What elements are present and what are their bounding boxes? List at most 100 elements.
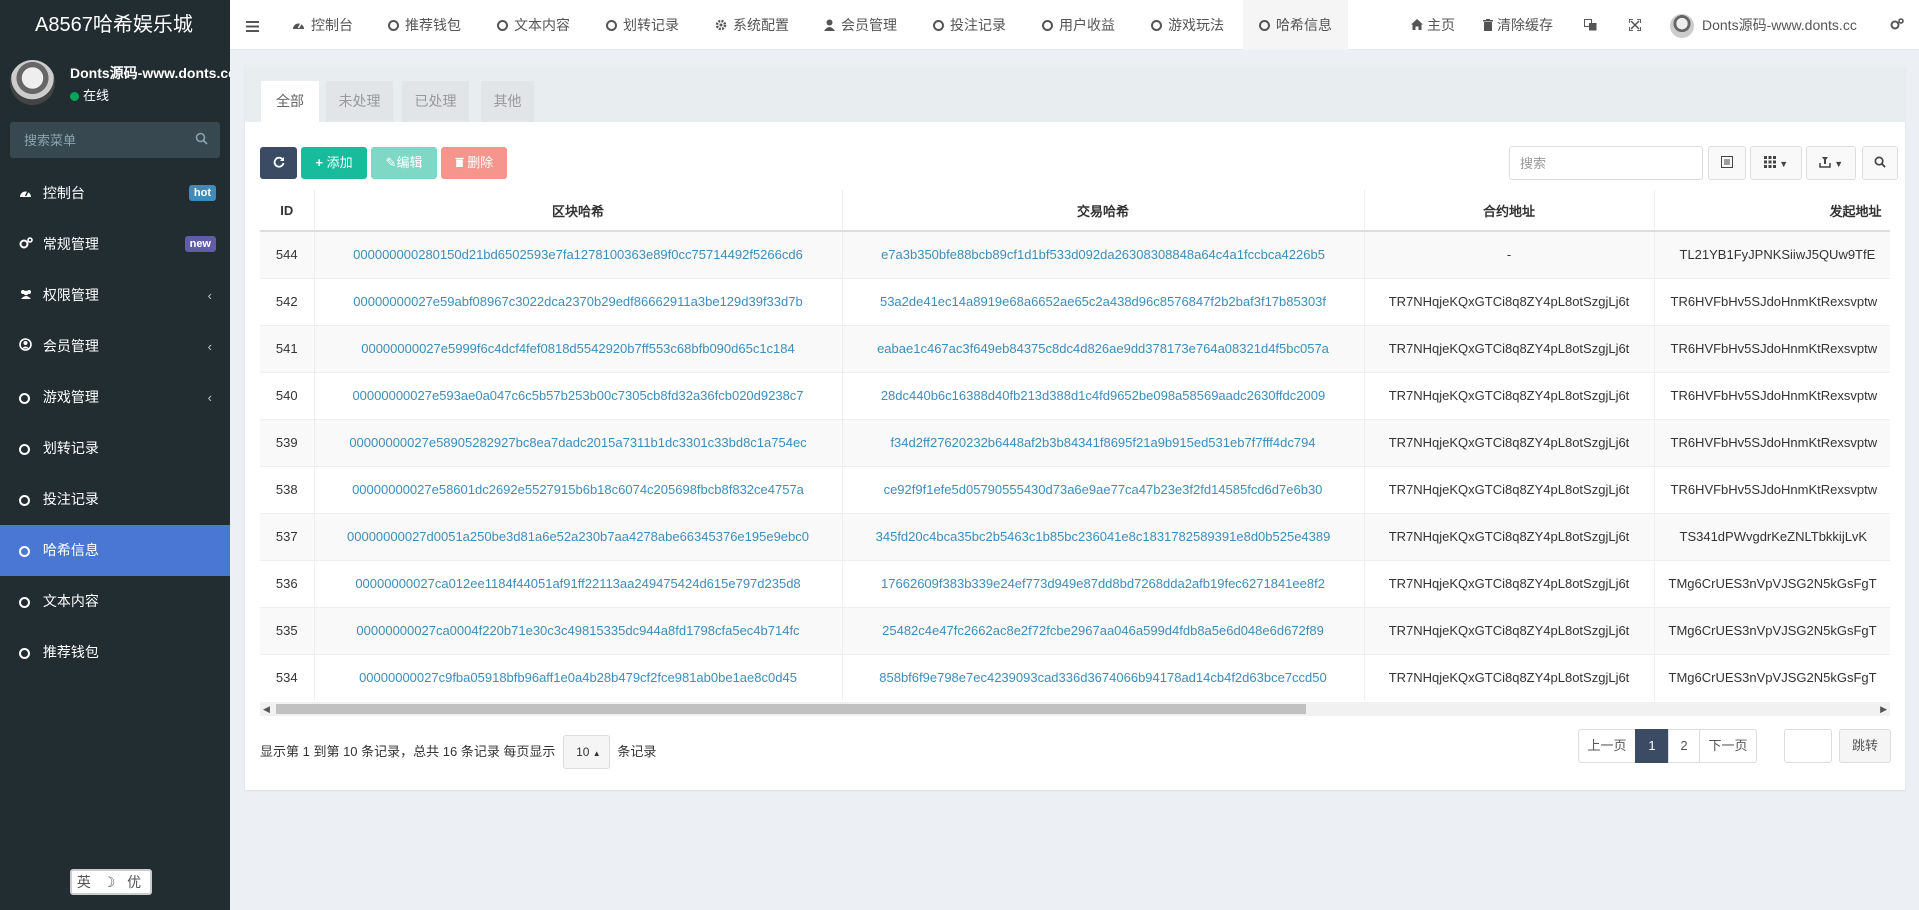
page-1-button[interactable]: 1	[1635, 729, 1669, 763]
tab-all[interactable]: 全部	[261, 81, 319, 122]
topnav-item-hash-info[interactable]: 哈希信息	[1243, 0, 1348, 50]
app-logo[interactable]: A8567哈希娱乐城	[0, 0, 230, 50]
topnav-item-earnings[interactable]: 用户收益	[1042, 0, 1115, 50]
topnav-item-gameplay[interactable]: 游戏玩法	[1151, 0, 1224, 50]
sidebar-item-games[interactable]: 游戏管理 ‹	[0, 372, 230, 423]
cell-block-hash-link[interactable]: 00000000027e593ae0a047c6c5b57b253b00c730…	[314, 371, 843, 419]
sidebar-item-dashboard[interactable]: 控制台 hot	[0, 168, 230, 219]
table-row[interactable]: 534 00000000027c9fba05918bfb96aff1e0a4b2…	[260, 653, 1890, 700]
topnav-item-wallet[interactable]: 推荐钱包	[388, 0, 461, 50]
sidebar-item-hash-info[interactable]: 哈希信息	[0, 525, 230, 576]
cell-block-hash-link[interactable]: 00000000027ca0004f220b71e30c3c49815335dc…	[314, 606, 843, 654]
cell-block-hash-link[interactable]: 00000000027c9fba05918bfb96aff1e0a4b28b47…	[314, 653, 843, 700]
sidebar-item-general[interactable]: 常规管理 new	[0, 219, 230, 270]
cell-tx-hash-link[interactable]: 858bf6f9e798e7ec4239093cad336d3674066b94…	[842, 653, 1365, 700]
advanced-search-button[interactable]	[1862, 146, 1898, 180]
column-header-contract-address[interactable]: 合约地址	[1364, 190, 1655, 232]
fullscreen-button[interactable]	[1628, 0, 1642, 50]
topnav-label: 哈希信息	[1276, 17, 1332, 33]
table-row[interactable]: 538 00000000027e58601dc2692e5527915b6b18…	[260, 465, 1890, 513]
next-page-button[interactable]: 下一页	[1699, 729, 1757, 763]
sidebar-search-input[interactable]	[10, 122, 220, 158]
cell-tx-hash-link[interactable]: 53a2de41ec14a8919e68a6652ae65c2a438d96c8…	[842, 277, 1365, 325]
cell-tx-hash-link[interactable]: 345fd20c4bca35bc2b5463c1b85bc236041e8c18…	[842, 512, 1365, 560]
settings-button[interactable]	[1890, 0, 1904, 50]
chevron-left-icon: ‹	[207, 339, 212, 354]
sidebar-item-permissions[interactable]: 权限管理 ‹	[0, 270, 230, 321]
cell-block-hash-link[interactable]: 00000000027e58905282927bc8ea7dadc2015a73…	[314, 418, 843, 466]
cell-tx-hash-link[interactable]: eabae1c467ac3f649eb84375c8dc4d826ae9dd37…	[842, 324, 1365, 372]
column-header-from-address[interactable]: 发起地址	[1654, 190, 1890, 232]
topnav-label: 控制台	[311, 17, 353, 33]
table-row[interactable]: 544 000000000280150d21bd6502593e7fa12781…	[260, 230, 1890, 278]
cell-tx-hash-link[interactable]: 17662609f383b339e24ef773d949e87dd8bd7268…	[842, 559, 1365, 607]
jump-page-input[interactable]	[1784, 729, 1832, 763]
sidebar-item-wallet[interactable]: 推荐钱包	[0, 627, 230, 678]
table-search-input[interactable]	[1509, 146, 1703, 180]
topnav-item-config[interactable]: 系统配置	[715, 0, 789, 50]
clear-cache-button[interactable]: 清除缓存	[1483, 0, 1553, 50]
table-row[interactable]: 539 00000000027e58905282927bc8ea7dadc201…	[260, 418, 1890, 466]
sidebar-item-text-content[interactable]: 文本内容	[0, 576, 230, 627]
search-icon[interactable]	[195, 132, 208, 148]
column-header-tx-hash[interactable]: 交易哈希	[842, 190, 1365, 232]
tab-unprocessed[interactable]: 未处理	[326, 81, 393, 122]
edit-button[interactable]: ✎编辑	[371, 147, 437, 179]
add-button[interactable]: + 添加	[301, 147, 367, 179]
cell-contract-address: TR7NHqjeKQxGTCi8q8ZY4pL8otSzgjLj6t	[1364, 418, 1655, 466]
refresh-button[interactable]	[260, 147, 297, 179]
sidebar-item-members[interactable]: 会员管理 ‹	[0, 321, 230, 372]
table-row[interactable]: 536 00000000027ca012ee1184f44051af91ff22…	[260, 559, 1890, 607]
topnav-item-transfers[interactable]: 划转记录	[606, 0, 679, 50]
sidebar-toggle-button[interactable]	[246, 0, 259, 50]
cell-block-hash-link[interactable]: 00000000027d0051a250be3d81a6e52a230b7aa4…	[314, 512, 843, 560]
scrollbar-thumb[interactable]	[276, 704, 1306, 714]
language-switcher[interactable]: 英 ☽ 优	[70, 869, 152, 895]
circle-icon	[1151, 19, 1162, 31]
jump-button[interactable]: 跳转	[1839, 729, 1891, 763]
tab-other[interactable]: 其他	[481, 81, 534, 122]
scroll-left-arrow-icon[interactable]: ◀	[263, 702, 270, 716]
cell-contract-address: TR7NHqjeKQxGTCi8q8ZY4pL8otSzgjLj6t	[1364, 277, 1655, 325]
user-menu[interactable]: Donts源码-www.donts.cc	[1670, 0, 1857, 50]
toggle-view-button[interactable]	[1708, 146, 1746, 180]
cell-block-hash-link[interactable]: 00000000027e59abf08967c3022dca2370b29edf…	[314, 277, 843, 325]
prev-page-button[interactable]: 上一页	[1578, 729, 1636, 763]
delete-button[interactable]: 删除	[441, 147, 507, 179]
cell-block-hash-link[interactable]: 00000000027ca012ee1184f44051af91ff22113a…	[314, 559, 843, 607]
cell-block-hash-link[interactable]: 00000000027e5999f6c4dcf4fef0818d5542920b…	[314, 324, 843, 372]
cell-tx-hash-link[interactable]: 25482c4e47fc2662ac8e2f72fcbe2967aa046a59…	[842, 606, 1365, 654]
sidebar-item-transfers[interactable]: 划转记录	[0, 423, 230, 474]
scroll-right-arrow-icon[interactable]: ▶	[1880, 702, 1887, 716]
circle-icon	[19, 525, 39, 576]
page-2-button[interactable]: 2	[1668, 729, 1700, 763]
translate-button[interactable]	[1584, 0, 1597, 50]
export-dropdown[interactable]: ▼	[1806, 146, 1856, 180]
table-row[interactable]: 541 00000000027e5999f6c4dcf4fef0818d5542…	[260, 324, 1890, 372]
tab-processed[interactable]: 已处理	[402, 81, 469, 122]
cell-tx-hash-link[interactable]: ce92f9f1efe5d05790555430d73a6e9ae77ca47b…	[842, 465, 1365, 513]
topnav-item-dashboard[interactable]: 控制台	[292, 0, 353, 50]
column-header-block-hash[interactable]: 区块哈希	[314, 190, 843, 232]
cell-tx-hash-link[interactable]: 28dc440b6c16388d40fb213d388d1c4fd9652be0…	[842, 371, 1365, 419]
expand-icon	[1628, 17, 1642, 33]
home-link[interactable]: 主页	[1411, 0, 1455, 50]
table-row[interactable]: 540 00000000027e593ae0a047c6c5b57b253b00…	[260, 371, 1890, 419]
topnav-item-members[interactable]: 会员管理	[824, 0, 897, 50]
horizontal-scrollbar[interactable]: ◀ ▶	[260, 702, 1890, 716]
table-row[interactable]: 537 00000000027d0051a250be3d81a6e52a230b…	[260, 512, 1890, 560]
cell-block-hash-link[interactable]: 000000000280150d21bd6502593e7fa127810036…	[314, 230, 843, 278]
cell-tx-hash-link[interactable]: e7a3b350bfe88bcb89cf1d1bf533d092da263083…	[842, 230, 1365, 278]
cell-tx-hash-link[interactable]: f34d2ff27620232b6448af2b3b84341f8695f21a…	[842, 418, 1365, 466]
sidebar-item-label: 常规管理	[42, 236, 99, 252]
table-row[interactable]: 542 00000000027e59abf08967c3022dca2370b2…	[260, 277, 1890, 325]
column-header-id[interactable]: ID	[260, 190, 315, 232]
topnav-item-bets[interactable]: 投注记录	[933, 0, 1006, 50]
columns-dropdown[interactable]: ▼	[1750, 146, 1802, 180]
table-row[interactable]: 535 00000000027ca0004f220b71e30c3c498153…	[260, 606, 1890, 654]
cell-block-hash-link[interactable]: 00000000027e58601dc2692e5527915b6b18c607…	[314, 465, 843, 513]
topnav-item-text[interactable]: 文本内容	[497, 0, 570, 50]
sidebar-item-bets[interactable]: 投注记录	[0, 474, 230, 525]
cell-id: 539	[260, 418, 315, 466]
page-size-dropdown[interactable]: 10 ▲	[563, 735, 610, 769]
